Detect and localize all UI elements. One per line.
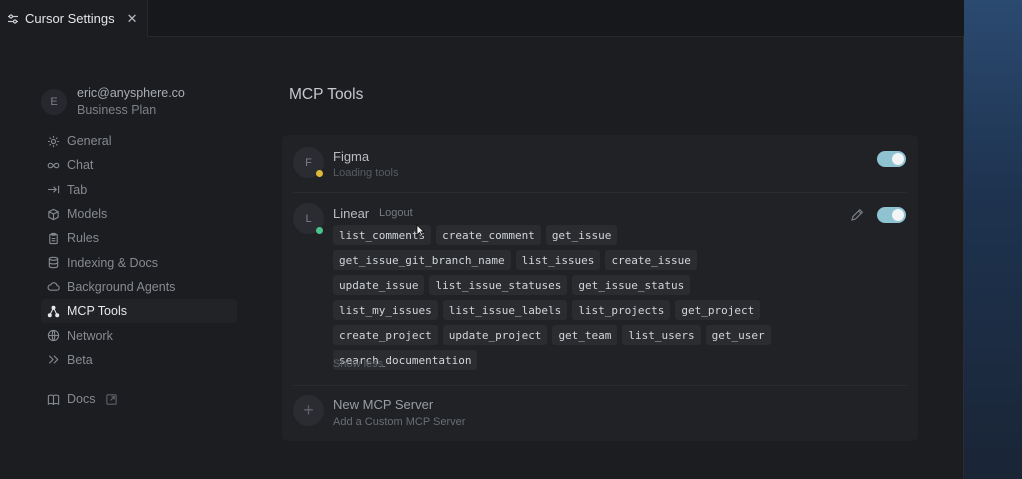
status-dot-connected (316, 227, 323, 234)
sidebar-item-label: Rules (67, 231, 99, 246)
sidebar-item-tab[interactable]: Tab (41, 178, 237, 202)
mcp-servers-panel: F Figma Loading tools L Linear Logout li… (282, 135, 918, 441)
sidebar-item-label: Models (67, 207, 108, 222)
sidebar-item-mcp-tools[interactable]: MCP Tools (41, 299, 237, 324)
mouse-cursor-icon (416, 224, 425, 237)
divider (293, 385, 907, 386)
account-plan: Business Plan (77, 103, 157, 117)
clipboard-icon (49, 232, 58, 244)
avatar: E (41, 89, 67, 115)
sidebar-item-label: Tab (67, 182, 88, 197)
tool-chip: get_issue_status (572, 275, 691, 295)
external-link-icon (106, 393, 118, 405)
arrow-right-bar-icon (47, 186, 60, 194)
sidebar-item-indexing-docs[interactable]: Indexing & Docs (41, 250, 237, 274)
sidebar-item-chat[interactable]: Chat (41, 153, 237, 177)
chevrons-right-icon (48, 355, 59, 364)
book-icon (47, 394, 60, 405)
cube-icon (48, 208, 59, 220)
new-server-subtitle: Add a Custom MCP Server (333, 416, 466, 428)
tool-chip: get_user (705, 325, 771, 345)
sidebar-item-label: Chat (67, 158, 94, 173)
show-less-label: Show less (333, 358, 384, 370)
show-less-link[interactable]: Show less ⌃ (333, 358, 394, 370)
database-icon (48, 256, 59, 269)
page-title: MCP Tools (289, 86, 364, 103)
toggle-linear[interactable] (877, 207, 906, 223)
sliders-icon (7, 13, 19, 25)
tool-list: list_comments create_comment get_issue get_… (333, 225, 793, 370)
tab-title: Cursor Settings (25, 11, 115, 26)
tool-chip: get_issue (545, 225, 618, 245)
sidebar-item-docs[interactable]: Docs (41, 387, 237, 411)
tool-chip: get_issue_git_branch_name (333, 250, 511, 270)
tool-chip: list_issue_statuses (429, 275, 568, 295)
tool-chip: update_issue (333, 275, 425, 295)
globe-icon (47, 329, 60, 342)
status-dot-loading (316, 170, 323, 177)
sidebar-item-label: Indexing & Docs (67, 255, 159, 270)
account-info: E eric@anysphere.co Business Plan (41, 85, 185, 119)
server-status-figma: Loading tools (333, 167, 399, 179)
desktop-background (962, 0, 1022, 479)
docs-link-container: Docs (41, 387, 237, 411)
server-name-linear: Linear (333, 206, 370, 221)
sidebar-item-label: Docs (67, 392, 96, 407)
sidebar-item-network[interactable]: Network (41, 323, 237, 347)
tool-chip: create_comment (436, 225, 541, 245)
sidebar-item-label: General (67, 134, 112, 149)
tab-bar: Cursor Settings ✕ (0, 0, 964, 37)
tool-chip: create_issue (605, 250, 697, 270)
server-name-figma: Figma (333, 149, 370, 164)
cloud-icon (47, 282, 60, 292)
sidebar-item-models[interactable]: Models (41, 202, 237, 226)
sidebar-nav: General Chat Tab Models Rules Indexing &… (41, 129, 237, 372)
tool-chip: list_projects (572, 300, 671, 320)
sidebar-item-background-agents[interactable]: Background Agents (41, 275, 237, 299)
plus-icon[interactable]: + (293, 395, 324, 426)
tab-cursor-settings[interactable]: Cursor Settings ✕ (0, 0, 148, 37)
tool-chip: list_issue_labels (442, 300, 568, 320)
tool-chip: get_project (675, 300, 761, 320)
sidebar-item-label: MCP Tools (67, 304, 127, 319)
sidebar-item-beta[interactable]: Beta (41, 348, 237, 372)
sidebar-item-label: Background Agents (67, 279, 176, 294)
nodes-icon (47, 305, 60, 317)
toggle-figma[interactable] (877, 151, 906, 167)
new-server-title[interactable]: New MCP Server (333, 397, 433, 412)
sidebar-item-label: Network (67, 328, 113, 343)
account-email: eric@anysphere.co (77, 86, 185, 100)
chevron-up-down-icon: ⌃ (386, 359, 394, 369)
sidebar-item-label: Beta (67, 352, 93, 367)
tool-chip: update_project (442, 325, 548, 345)
infinity-icon (47, 162, 60, 169)
sidebar-item-rules[interactable]: Rules (41, 226, 237, 250)
toggle-knob (892, 209, 904, 221)
tool-chip: list_issues (515, 250, 601, 270)
tool-chip: list_users (622, 325, 701, 345)
logout-link[interactable]: Logout (379, 207, 413, 219)
pencil-icon[interactable] (850, 208, 864, 222)
tool-chip: get_team (552, 325, 618, 345)
tool-chip: list_my_issues (333, 300, 438, 320)
toggle-knob (892, 153, 904, 165)
close-icon[interactable]: ✕ (127, 11, 138, 27)
divider (293, 192, 907, 193)
settings-window: Cursor Settings ✕ E eric@anysphere.co Bu… (0, 0, 964, 479)
sidebar-item-general[interactable]: General (41, 129, 237, 153)
tool-chip: create_project (333, 325, 438, 345)
gear-icon (47, 135, 60, 147)
